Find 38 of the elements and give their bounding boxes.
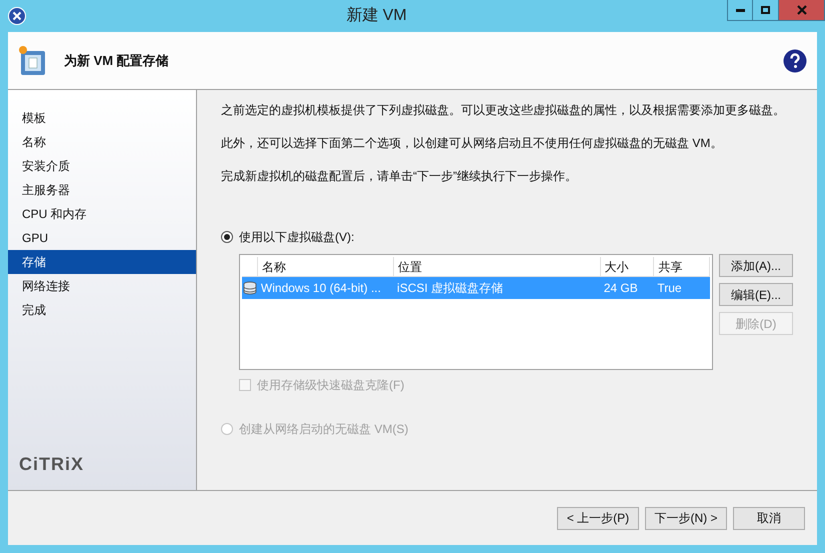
sidebar-item[interactable]: 网络连接 bbox=[8, 274, 196, 298]
close-icon bbox=[796, 5, 806, 15]
page-title: 为新 VM 配置存储 bbox=[64, 52, 169, 70]
column-header[interactable]: 位置 bbox=[394, 257, 601, 276]
minimize-button[interactable] bbox=[727, 0, 753, 21]
sidebar-item[interactable]: 安装介质 bbox=[8, 154, 196, 178]
description-text: 完成新虚拟机的磁盘配置后，请单击“下一步”继续执行下一步操作。 bbox=[221, 168, 578, 185]
monitor-icon bbox=[18, 44, 48, 76]
table-cell-text: iSCSI 虚拟磁盘存储 bbox=[396, 280, 504, 297]
sidebar-item[interactable]: 名称 bbox=[8, 130, 196, 154]
table-cell-text: True bbox=[656, 280, 683, 297]
table-cell-text: 24 GB bbox=[602, 280, 639, 297]
dialog-button[interactable]: 编辑(E)... bbox=[719, 283, 793, 306]
description-text: 之前选定的虚拟机模板提供了下列虚拟磁盘。可以更改这些虚拟磁盘的属性，以及根据需要添加更多磁盘。 bbox=[221, 102, 786, 119]
window-title: 新建 VM bbox=[345, 6, 408, 26]
sidebar-item[interactable]: 存储 bbox=[8, 250, 196, 274]
sidebar-item[interactable]: 模板 bbox=[8, 106, 196, 130]
description-text: 此外，还可以选择下面第二个选项，以创建可从网络启动且不使用任何虚拟磁盘的无磁盘 VM。 bbox=[221, 135, 724, 152]
help-icon[interactable] bbox=[783, 48, 807, 72]
sidebar-item[interactable]: 主服务器 bbox=[8, 178, 196, 202]
close-button[interactable] bbox=[779, 0, 825, 21]
column-header[interactable]: 名称 bbox=[258, 257, 394, 276]
sidebar-item[interactable]: CPU 和内存 bbox=[8, 202, 196, 226]
option-label: 使用以下虚拟磁盘(V): bbox=[239, 229, 354, 246]
sidebar-item[interactable]: 完成 bbox=[8, 298, 196, 322]
option-label: 创建从网络启动的无磁盘 VM(S) bbox=[239, 421, 408, 438]
logo: CiTRiX bbox=[19, 453, 86, 476]
column-header[interactable]: 大小 bbox=[600, 257, 654, 276]
radio-button[interactable] bbox=[221, 231, 233, 243]
app-icon bbox=[8, 7, 26, 25]
column-header[interactable]: 共享 bbox=[654, 257, 710, 276]
dialog-button[interactable]: 取消 bbox=[733, 506, 805, 530]
checkbox-label: 使用存储级快速磁盘克隆(F) bbox=[257, 377, 404, 394]
dialog-button[interactable]: 添加(A)... bbox=[719, 254, 793, 277]
dialog-button[interactable]: < 上一步(P) bbox=[557, 506, 639, 530]
table-cell-text: Windows 10 (64-bit) ... bbox=[260, 280, 382, 297]
sidebar-item[interactable]: GPU bbox=[8, 226, 196, 250]
dialog-button[interactable]: 下一步(N) > bbox=[645, 506, 727, 530]
